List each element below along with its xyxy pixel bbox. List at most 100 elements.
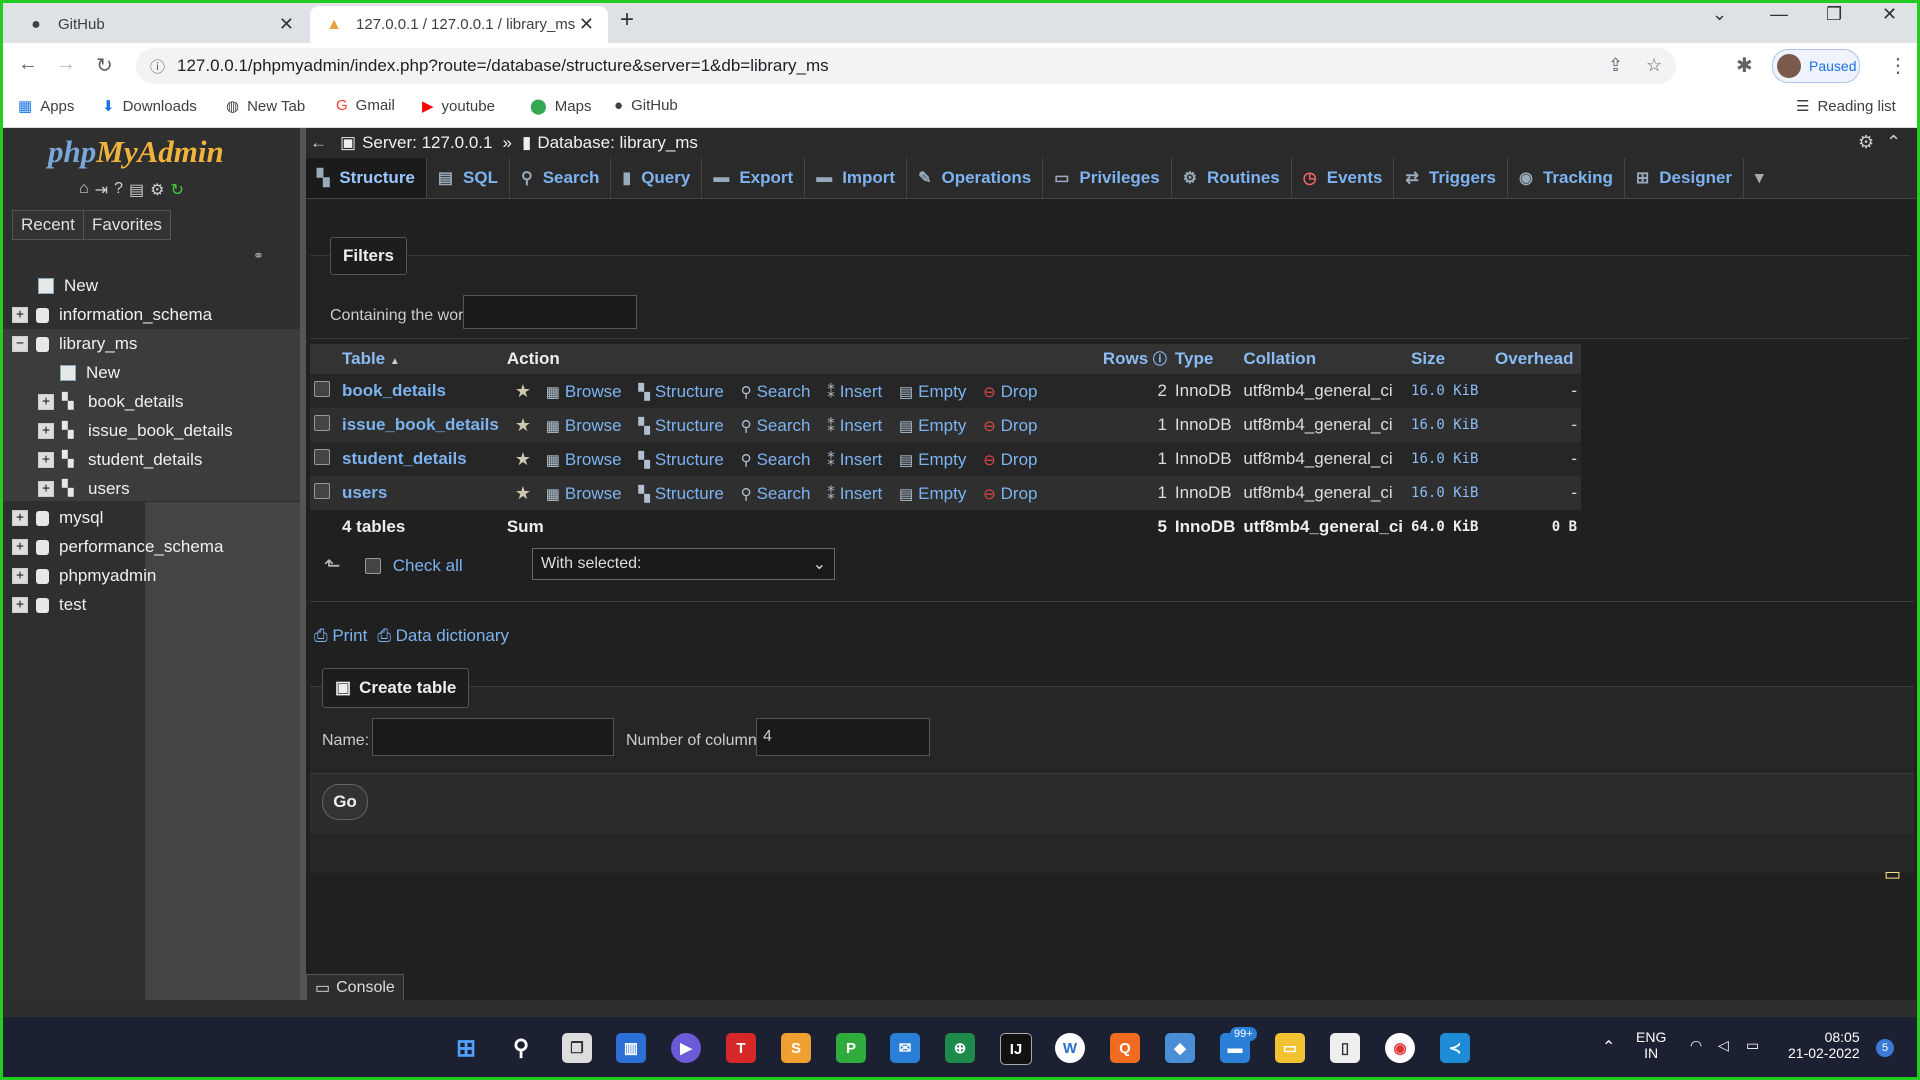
link-chain-icon[interactable]: ⚭ bbox=[253, 248, 264, 264]
vscode-icon[interactable]: ≺ bbox=[1440, 1033, 1470, 1063]
browse-action[interactable]: ▦ Browse bbox=[546, 450, 622, 470]
tree-db-performance-schema[interactable]: + performance_schema bbox=[12, 537, 223, 557]
go-button[interactable]: Go bbox=[322, 784, 368, 820]
extensions-icon[interactable]: ✱ bbox=[1736, 53, 1753, 78]
reload-nav-icon[interactable]: ↻ bbox=[170, 180, 183, 200]
chrome-icon[interactable]: ◉ bbox=[1385, 1033, 1415, 1063]
favorites-button[interactable]: Favorites bbox=[83, 210, 171, 240]
data-dictionary-link[interactable]: ⎙ Data dictionary bbox=[377, 626, 509, 646]
home-icon[interactable]: ⌂ bbox=[79, 180, 89, 200]
empty-action[interactable]: ▤ Empty bbox=[899, 450, 966, 470]
tree-table-users[interactable]: + ▚ users bbox=[38, 479, 130, 499]
structure-action[interactable]: ▚ Structure bbox=[638, 484, 724, 504]
header-size[interactable]: Size bbox=[1407, 344, 1492, 374]
tab-operations[interactable]: ✎ Operations bbox=[907, 158, 1044, 198]
drop-action[interactable]: ⊖ Drop bbox=[983, 450, 1037, 470]
expand-icon[interactable]: + bbox=[38, 452, 54, 468]
expand-icon[interactable]: + bbox=[12, 568, 28, 584]
size-cell[interactable]: 16.0 KiB bbox=[1407, 374, 1492, 408]
collapse-icon[interactable]: − bbox=[12, 336, 28, 352]
size-cell[interactable]: 16.0 KiB bbox=[1407, 476, 1492, 510]
share-icon[interactable]: ⇪ bbox=[1608, 55, 1623, 76]
structure-action[interactable]: ▚ Structure bbox=[638, 382, 724, 402]
phpmyadmin-logo[interactable]: phpMyAdmin bbox=[48, 134, 224, 170]
tree-table-book-details[interactable]: + ▚ book_details bbox=[38, 392, 183, 412]
close-icon[interactable]: ✕ bbox=[579, 14, 594, 35]
tree-new-table[interactable]: New bbox=[60, 363, 120, 383]
battery-icon[interactable]: ▭ bbox=[1746, 1037, 1759, 1054]
help-icon[interactable]: ? bbox=[114, 180, 123, 200]
header-collation[interactable]: Collation bbox=[1239, 344, 1408, 374]
insert-action[interactable]: ⁑ Insert bbox=[827, 382, 882, 402]
row-checkbox[interactable] bbox=[314, 482, 330, 499]
search-action[interactable]: ⚲ Search bbox=[741, 416, 811, 436]
insert-action[interactable]: ⁑ Insert bbox=[827, 450, 882, 470]
app-q-icon[interactable]: Q bbox=[1110, 1033, 1140, 1063]
row-checkbox[interactable] bbox=[314, 448, 330, 465]
browse-action[interactable]: ▦ Browse bbox=[546, 484, 622, 504]
expand-icon[interactable]: + bbox=[12, 510, 28, 526]
check-all-label[interactable]: Check all bbox=[393, 556, 463, 576]
empty-action[interactable]: ▤ Empty bbox=[899, 484, 966, 504]
task-view-icon[interactable]: ❐ bbox=[562, 1033, 592, 1063]
search-action[interactable]: ⚲ Search bbox=[741, 382, 811, 402]
tab-privileges[interactable]: ▭ Privileges bbox=[1043, 158, 1172, 198]
favorite-star-icon[interactable]: ★ bbox=[515, 449, 531, 469]
print-link[interactable]: ⎙ Print bbox=[314, 626, 367, 646]
close-icon[interactable]: ✕ bbox=[279, 14, 294, 35]
tab-tracking[interactable]: ◉ Tracking bbox=[1508, 158, 1625, 198]
check-all-checkbox[interactable] bbox=[364, 557, 381, 574]
info-icon[interactable]: ⓘ bbox=[150, 56, 165, 77]
file-explorer-icon[interactable]: ▭ bbox=[1275, 1033, 1305, 1063]
virtualbox-icon[interactable]: ◆ bbox=[1165, 1033, 1195, 1063]
profile-button[interactable]: Paused bbox=[1772, 49, 1860, 83]
expand-icon[interactable]: + bbox=[12, 307, 28, 323]
header-rows[interactable]: Rows ⓘ bbox=[1098, 344, 1171, 374]
tab-designer[interactable]: ⊞ Designer bbox=[1625, 158, 1745, 198]
console-toggle[interactable]: ▭ Console bbox=[306, 974, 404, 1002]
empty-action[interactable]: ▤ Empty bbox=[899, 382, 966, 402]
tree-table-issue-book-details[interactable]: + ▚ issue_book_details bbox=[38, 421, 233, 441]
app-p-icon[interactable]: P bbox=[836, 1033, 866, 1063]
structure-action[interactable]: ▚ Structure bbox=[638, 416, 724, 436]
chevron-up-icon[interactable]: ⌃ bbox=[1602, 1037, 1615, 1057]
app-s-icon[interactable]: S bbox=[781, 1033, 811, 1063]
mail-icon[interactable]: ✉ bbox=[890, 1033, 920, 1063]
clock[interactable]: 08:05 21-02-2022 bbox=[1788, 1029, 1860, 1061]
search-icon[interactable]: ⚲ bbox=[506, 1033, 536, 1063]
drop-action[interactable]: ⊖ Drop bbox=[983, 382, 1037, 402]
expand-icon[interactable]: + bbox=[38, 423, 54, 439]
address-bar[interactable]: ⓘ 127.0.0.1/phpmyadmin/index.php?route=/… bbox=[136, 48, 1676, 84]
tab-query[interactable]: ▮ Query bbox=[611, 158, 703, 198]
bookmark-youtube[interactable]: ▶ youtube bbox=[422, 97, 495, 116]
bookmark-apps[interactable]: ▦ Apps bbox=[18, 97, 74, 116]
tab-search-icon[interactable]: ⌄ bbox=[1712, 4, 1727, 25]
expand-icon[interactable]: + bbox=[38, 481, 54, 497]
bookmark-maps[interactable]: ⬤ Maps bbox=[530, 97, 591, 116]
table-name-link[interactable]: users bbox=[338, 476, 503, 510]
expand-icon[interactable]: + bbox=[12, 539, 28, 555]
bookmark-gmail[interactable]: G Gmail bbox=[336, 97, 395, 114]
header-table[interactable]: Table ▲ bbox=[338, 344, 503, 374]
collapse-top-icon[interactable]: ⌃ bbox=[1886, 132, 1901, 153]
tree-db-library-ms[interactable]: − library_ms bbox=[12, 334, 137, 354]
collapse-arrow-icon[interactable]: ← bbox=[310, 133, 327, 153]
wifi-icon[interactable]: ◠ bbox=[1690, 1037, 1702, 1054]
tree-db-test[interactable]: + test bbox=[12, 595, 86, 615]
breadcrumb-database[interactable]: ▮ Database: library_ms bbox=[522, 133, 698, 153]
expand-icon[interactable]: + bbox=[12, 597, 28, 613]
drop-action[interactable]: ⊖ Drop bbox=[983, 416, 1037, 436]
drop-action[interactable]: ⊖ Drop bbox=[983, 484, 1037, 504]
sticky-note-icon[interactable]: ▭ bbox=[1884, 864, 1901, 885]
back-icon[interactable]: ← bbox=[18, 53, 38, 76]
reading-list-button[interactable]: ☰ Reading list bbox=[1796, 97, 1896, 116]
breadcrumb-server[interactable]: ▣ Server: 127.0.0.1 bbox=[340, 133, 492, 153]
notification-count[interactable]: 5 bbox=[1876, 1039, 1894, 1057]
table-name-link[interactable]: book_details bbox=[338, 374, 503, 408]
browse-action[interactable]: ▦ Browse bbox=[546, 382, 622, 402]
tree-db-phpmyadmin[interactable]: + phpmyadmin bbox=[12, 566, 156, 586]
docs-icon[interactable]: ▤ bbox=[129, 180, 144, 200]
filter-input[interactable] bbox=[463, 295, 637, 329]
columns-input[interactable]: 4 bbox=[756, 718, 930, 756]
logout-icon[interactable]: ⇥ bbox=[95, 180, 108, 200]
